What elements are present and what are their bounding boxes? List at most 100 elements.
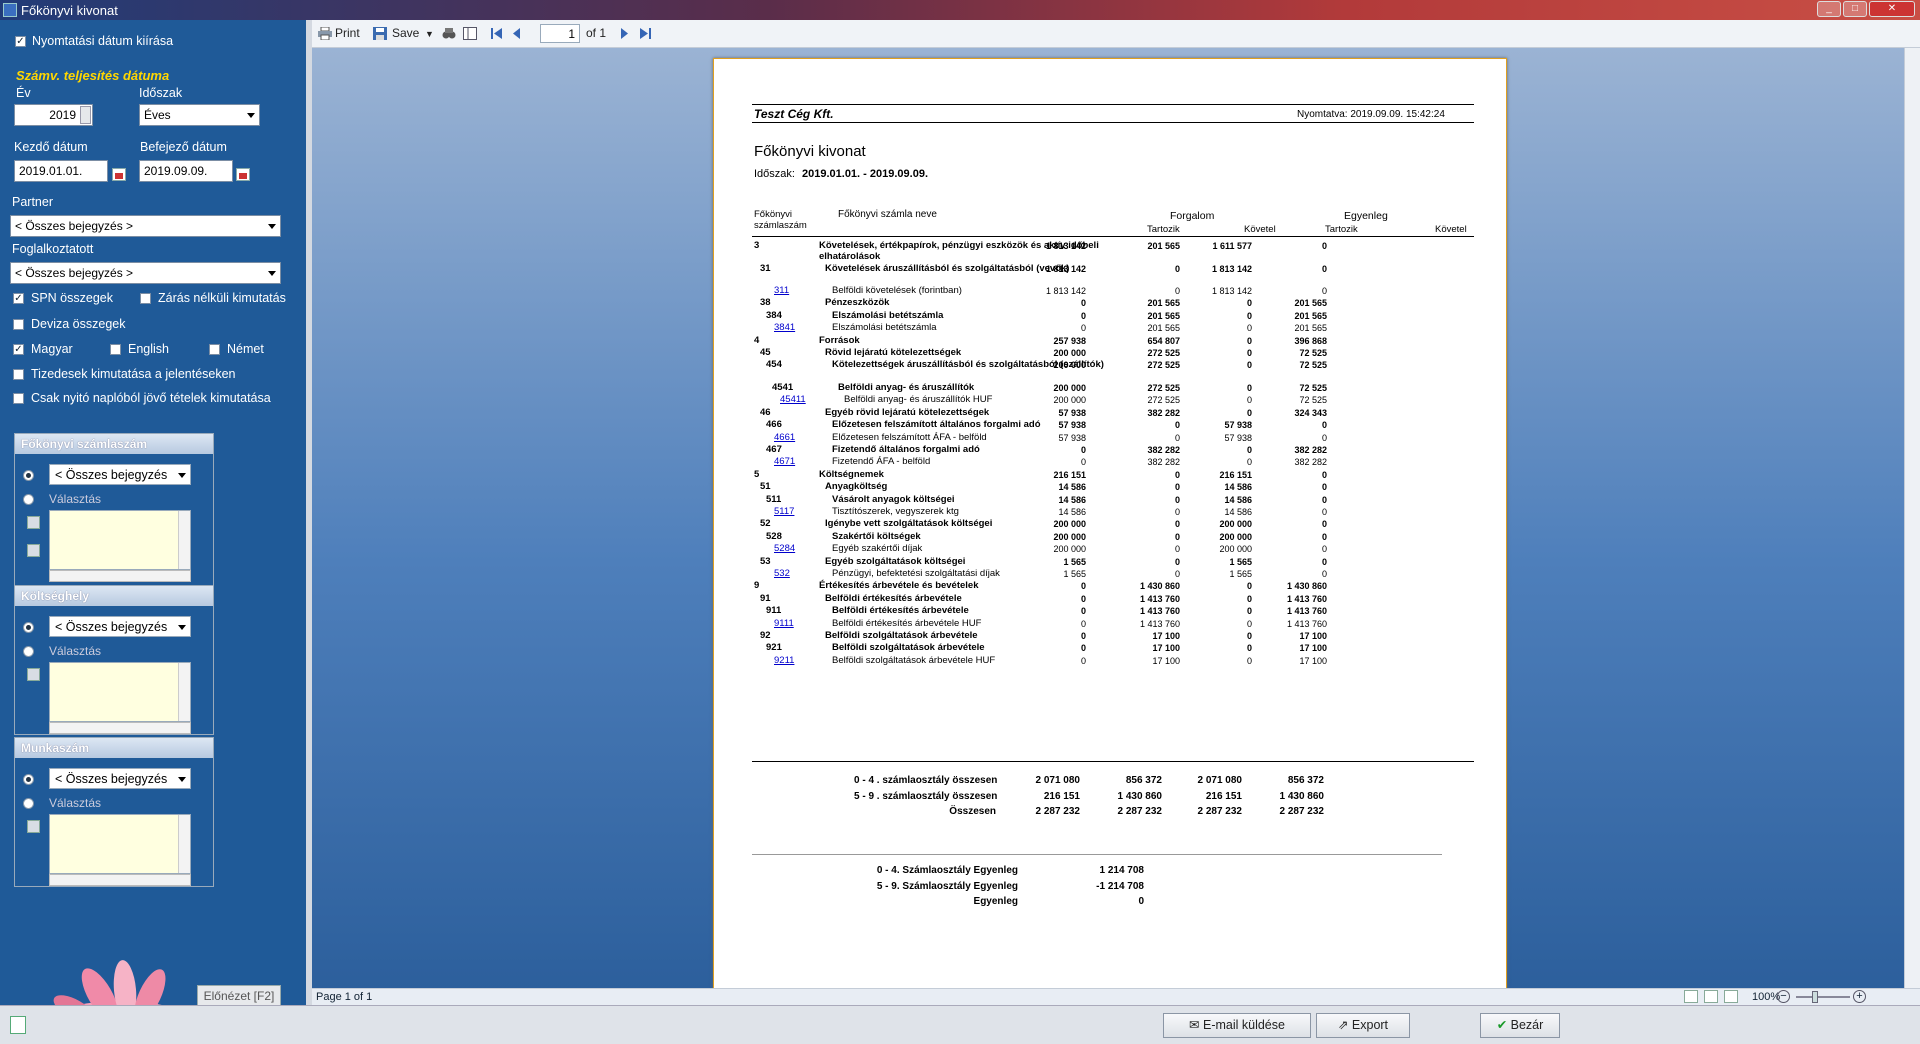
close-button[interactable]: ✔ Bezár [1480,1013,1560,1038]
choice-radio[interactable] [23,798,34,809]
account-code: 467 [766,443,782,455]
currency-checkbox[interactable] [13,319,24,330]
save-button[interactable]: Save [392,26,419,40]
worknumber-select[interactable]: < Összes bejegyzés [49,768,191,789]
scrollbar[interactable] [49,722,191,734]
account-link[interactable]: 3841 [774,322,795,333]
layout-icon[interactable] [463,27,477,40]
all-radio[interactable] [23,470,34,481]
choice-radio[interactable] [23,494,34,505]
next-page-icon[interactable] [617,27,631,40]
calendar-icon[interactable] [236,168,250,181]
close-window-button[interactable]: ✕ [1869,1,1915,17]
all-radio[interactable] [23,774,34,785]
scrollbar[interactable] [178,511,190,569]
zoom-slider[interactable] [1796,996,1850,998]
print-button[interactable]: Print [335,26,360,40]
view-page-icon[interactable] [1704,990,1718,1003]
nonclose-checkbox[interactable] [140,293,151,304]
account-select-value: < Összes bejegyzés [55,468,168,482]
employee-label: Foglalkoztatott [12,242,94,256]
choice-radio[interactable] [23,646,34,657]
account-select[interactable]: < Összes bejegyzés [49,464,191,485]
total-amount: 856 372 [1287,775,1324,786]
costcenter-select[interactable]: < Összes bejegyzés [49,616,191,637]
view-multi-icon[interactable] [1724,990,1738,1003]
prev-page-icon[interactable] [510,27,524,40]
preview-button[interactable]: Előnézet [F2] [197,985,281,1007]
print-date-checkbox[interactable]: ✓ [15,36,26,47]
clear-icon[interactable] [27,544,40,557]
col-account: Főkönyvi számlaszám [754,209,807,231]
account-link[interactable]: 4671 [774,456,795,467]
lookup-icon[interactable] [27,668,40,681]
account-link[interactable]: 311 [774,285,789,296]
amount-cell: 17 100 [1299,643,1327,654]
account-link[interactable]: 532 [774,568,790,579]
lang-hu-checkbox[interactable]: ✓ [13,344,24,355]
lookup-icon[interactable] [27,516,40,529]
year-spinner[interactable] [80,106,91,124]
employee-select[interactable]: < Összes bejegyzés > [10,262,281,284]
start-date-input[interactable]: 2019.01.01. [14,160,108,182]
export-icon: ⇗ [1337,1018,1352,1032]
account-link[interactable]: 9111 [774,618,794,629]
last-page-icon[interactable] [638,27,652,40]
page-number-input[interactable]: 1 [540,24,580,43]
zoom-slider-thumb[interactable] [1812,991,1818,1003]
amount-cell: 0 [1080,618,1086,629]
account-list[interactable] [49,510,191,570]
zoom-out-icon[interactable]: − [1777,990,1790,1003]
account-link[interactable]: 5117 [774,506,794,517]
vertical-scrollbar[interactable] [1904,48,1920,988]
end-date-input[interactable]: 2019.09.09. [139,160,233,182]
total-label: 5 - 9 . számlaosztály összesen [854,790,998,802]
chevron-down-icon [178,777,186,782]
all-radio[interactable] [23,622,34,633]
amount-cell: 14 586 [1058,506,1086,517]
partner-select-value: < Összes bejegyzés > [15,219,134,233]
start-date-label: Kezdő dátum [14,140,88,154]
partner-select[interactable]: < Összes bejegyzés > [10,215,281,237]
amount-cell: 200 000 [1053,382,1086,393]
calendar-icon[interactable] [112,168,126,181]
binoculars-icon[interactable] [442,27,456,40]
email-button[interactable]: ✉ E-mail küldése [1163,1013,1311,1038]
period-select[interactable]: Éves [139,104,260,126]
opening-label: Csak nyitó naplóból jövő tételek kimutat… [31,391,271,405]
notes-icon[interactable] [10,1016,26,1034]
account-link[interactable]: 4661 [774,432,795,443]
choice-label: Választás [49,644,102,658]
lookup-icon[interactable] [27,820,40,833]
scrollbar[interactable] [49,874,191,886]
spn-checkbox[interactable]: ✓ [13,293,24,304]
balance-label: 5 - 9. Számlaosztály Egyenleg [876,880,1018,892]
total-amount: 2 071 080 [1197,775,1243,786]
account-link[interactable]: 5284 [774,543,795,554]
first-page-icon[interactable] [490,27,504,40]
save-dropdown-icon[interactable]: ▼ [425,29,434,39]
page-status: Page 1 of 1 [316,991,373,1003]
lang-en-label: English [128,342,169,356]
zoom-in-icon[interactable]: + [1853,990,1866,1003]
lang-en-checkbox[interactable] [110,344,121,355]
amount-cell: 201 565 [1294,323,1327,334]
scrollbar[interactable] [49,570,191,582]
minimize-button[interactable]: _ [1817,1,1841,17]
view-single-icon[interactable] [1684,990,1698,1003]
opening-checkbox[interactable] [13,393,24,404]
maximize-button[interactable]: □ [1843,1,1867,17]
amount-cell: 17 100 [1299,630,1327,641]
print-icon [318,27,332,40]
scrollbar[interactable] [178,663,190,721]
decimals-checkbox[interactable] [13,369,24,380]
scrollbar[interactable] [178,815,190,873]
costcenter-list[interactable] [49,662,191,722]
worknumber-list[interactable] [49,814,191,874]
amount-cell: 200 000 [1053,544,1086,555]
save-icon [373,27,387,40]
lang-de-checkbox[interactable] [209,344,220,355]
account-link[interactable]: 45411 [780,394,806,405]
account-link[interactable]: 9211 [774,655,794,666]
export-button[interactable]: ⇗ Export [1316,1013,1410,1038]
